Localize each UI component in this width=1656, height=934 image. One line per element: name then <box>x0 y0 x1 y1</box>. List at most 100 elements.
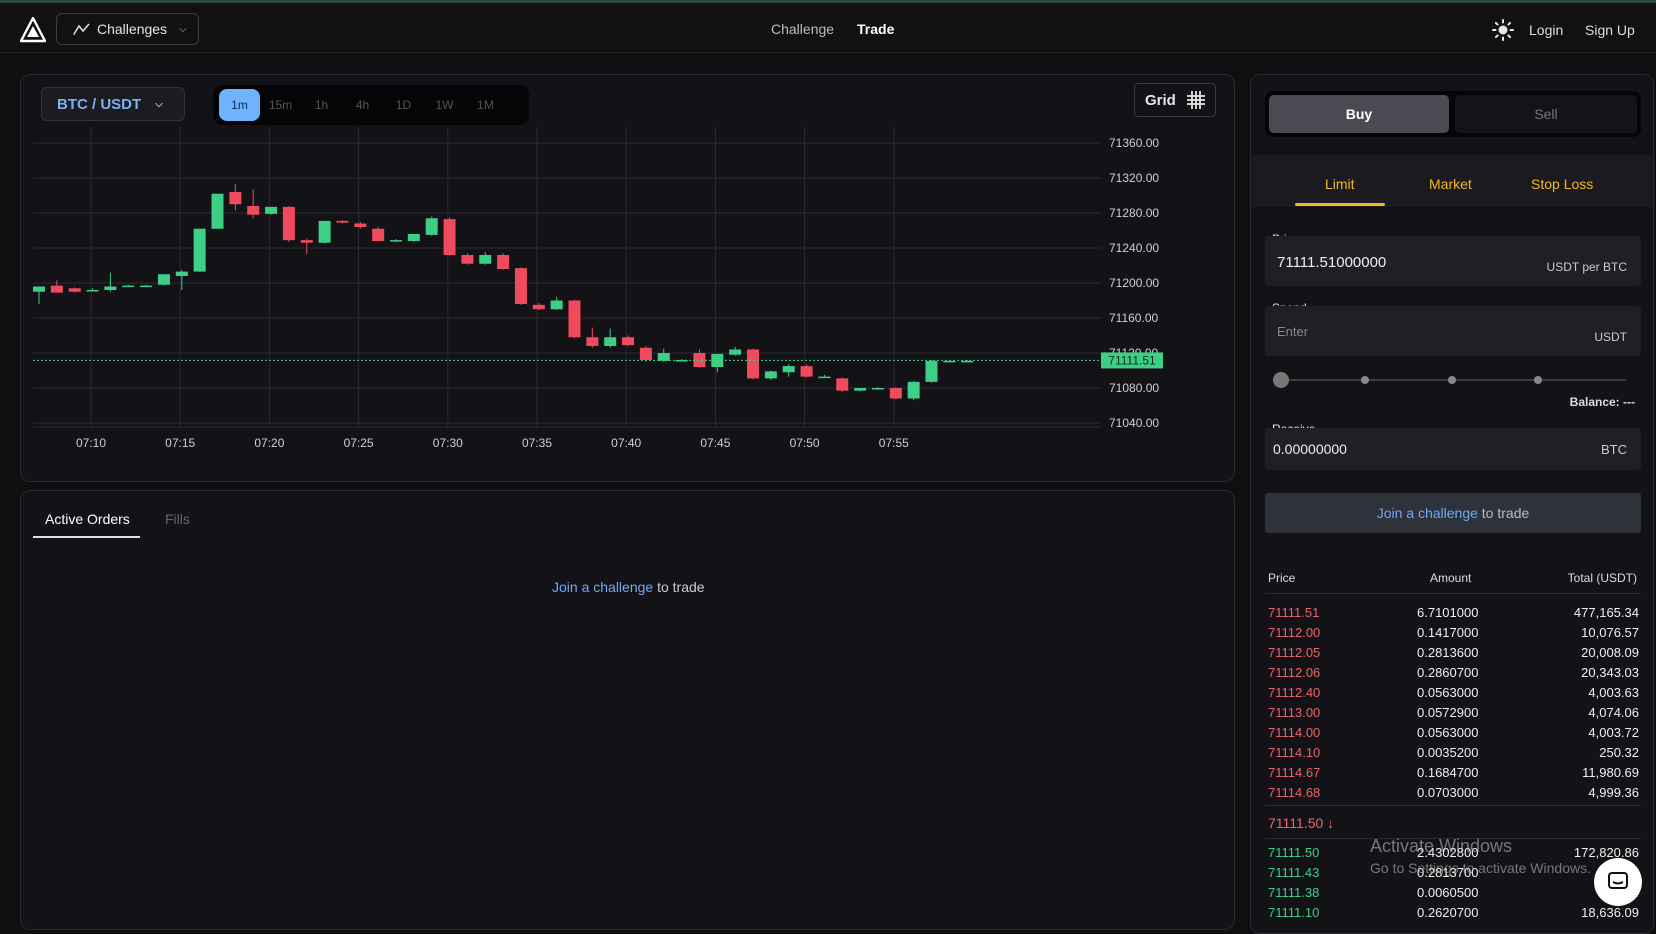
orderbook-total: 4,003.72 <box>1588 725 1639 740</box>
nav-trade[interactable]: Trade <box>857 21 894 37</box>
tab-limit[interactable]: Limit <box>1325 176 1355 192</box>
candlestick-chart[interactable]: 71360.00 71320.00 71280.00 71240.00 71200.00… <box>21 127 1234 481</box>
candle-body <box>425 218 438 235</box>
balance-text: Balance: --- <box>1569 395 1635 409</box>
theme-toggle-sun-icon[interactable] <box>1492 19 1514 41</box>
candle-body <box>175 271 188 276</box>
join-challenge-link[interactable]: Join a challenge <box>1377 505 1478 521</box>
tab-market[interactable]: Market <box>1429 176 1472 192</box>
chart-line-icon <box>73 23 90 35</box>
tab-stop-loss[interactable]: Stop Loss <box>1531 176 1593 192</box>
candle-body <box>622 337 635 346</box>
orderbook-row[interactable]: 71114.68 0.0703000 4,999.36 <box>1251 785 1653 805</box>
orderbook-total: 4,003.63 <box>1588 685 1639 700</box>
candle-body <box>604 337 617 346</box>
y-tick-label: 71240.00 <box>1109 241 1159 255</box>
orderbook-row[interactable]: 71114.10 0.0035200 250.32 <box>1251 745 1653 765</box>
challenges-dropdown[interactable]: Challenges ⌵ <box>56 13 199 45</box>
candle-body <box>568 300 581 338</box>
buy-sell-toggle: Buy Sell <box>1265 91 1641 137</box>
tab-active-orders[interactable]: Active Orders <box>45 511 130 527</box>
candle-body <box>282 206 295 241</box>
timeframe-1h[interactable]: 1h <box>301 89 342 121</box>
x-tick-label: 07:35 <box>522 436 552 450</box>
orderbook-row[interactable]: 71112.05 0.2813600 20,008.09 <box>1251 645 1653 665</box>
windows-activation-subtitle: Go to Settings to activate Windows. <box>1370 860 1591 876</box>
candle-body <box>157 274 170 285</box>
orderbook-total: 477,165.34 <box>1573 605 1639 620</box>
slider-mark-75[interactable] <box>1534 376 1542 384</box>
orderbook-row[interactable]: 71114.00 0.0563000 4,003.72 <box>1251 725 1653 745</box>
chevron-down-icon: ⌵ <box>155 98 163 110</box>
orderbook-price: 71111.43 <box>1268 865 1320 880</box>
join-challenge-link[interactable]: Join a challenge <box>552 579 653 595</box>
candle-body <box>836 378 849 391</box>
orderbook-row[interactable]: 71112.00 0.1417000 10,076.57 <box>1251 625 1653 645</box>
price-field[interactable]: 71111.51000000 USDT per BTC <box>1265 236 1641 286</box>
spend-input[interactable]: Enter USDT <box>1265 306 1641 356</box>
orderbook-amount: 0.1417000 <box>1417 625 1479 640</box>
orderbook-row[interactable]: 71112.06 0.2860700 20,343.03 <box>1251 665 1653 685</box>
timeframe-1mo[interactable]: 1M <box>465 89 506 121</box>
slider-mark-50[interactable] <box>1448 376 1456 384</box>
timeframe-4h[interactable]: 4h <box>342 89 383 121</box>
timeframe-selector: 1m 15m 1h 4h 1D 1W 1M <box>213 85 529 125</box>
timeframe-1d[interactable]: 1D <box>383 89 424 121</box>
sell-button[interactable]: Sell <box>1455 95 1637 133</box>
candle-body <box>443 219 456 255</box>
amount-slider-handle[interactable] <box>1273 372 1289 388</box>
orderbook-price: 71112.40 <box>1268 685 1321 700</box>
slider-mark-25[interactable] <box>1361 376 1369 384</box>
receive-field[interactable]: 0.00000000 BTC <box>1265 428 1641 470</box>
tab-fills[interactable]: Fills <box>165 511 190 527</box>
chat-icon <box>1608 872 1628 889</box>
nav-challenge[interactable]: Challenge <box>771 21 834 37</box>
pair-label: BTC / USDT <box>57 95 142 113</box>
buy-button[interactable]: Buy <box>1269 95 1449 133</box>
order-type-tabs: Limit Market Stop Loss <box>1251 155 1653 207</box>
pair-selector[interactable]: BTC / USDT ⌵ <box>41 87 185 121</box>
price-unit: USDT per BTC <box>1546 260 1627 274</box>
orderbook-row[interactable]: 71111.51 6.7101000 477,165.34 <box>1251 605 1653 625</box>
candle-body <box>943 360 956 363</box>
timeframe-1w[interactable]: 1W <box>424 89 465 121</box>
orderbook-amount: 0.0703000 <box>1417 785 1479 800</box>
orderbook-row[interactable]: 71112.40 0.0563000 4,003.63 <box>1251 685 1653 705</box>
login-button[interactable]: Login <box>1529 22 1563 38</box>
orderbook-row[interactable]: 71111.10 0.2620700 18,636.09 <box>1251 905 1653 925</box>
candle-body <box>925 360 938 382</box>
orderbook-divider <box>1265 593 1641 594</box>
orders-panel: Active Orders Fills Join a challenge to … <box>20 490 1235 930</box>
logo-icon[interactable] <box>20 17 46 43</box>
orderbook-row[interactable]: 71113.00 0.0572900 4,074.06 <box>1251 705 1653 725</box>
current-price-label: 71111.51 <box>1108 353 1156 367</box>
orderbook-header-amount: Amount <box>1430 571 1472 585</box>
receive-value: 0.00000000 <box>1273 441 1347 457</box>
chat-support-button[interactable] <box>1594 858 1642 906</box>
timeframe-1m[interactable]: 1m <box>219 89 260 121</box>
candle-body <box>407 234 420 241</box>
orderbook-total: 10,076.57 <box>1581 625 1639 640</box>
grid-toggle-button[interactable]: Grid <box>1134 83 1216 117</box>
orderbook-row[interactable]: 71114.67 0.1684700 11,980.69 <box>1251 765 1653 785</box>
candle-body <box>889 388 902 399</box>
orderbook-amount: 0.2860700 <box>1417 665 1479 680</box>
x-tick-label: 07:55 <box>879 436 909 450</box>
candle-body <box>693 353 706 367</box>
top-navigation-bar: Challenges ⌵ Challenge Trade Login Sign … <box>0 3 1656 53</box>
candle-body <box>514 268 527 304</box>
orderbook-total: 20,343.03 <box>1581 665 1639 680</box>
candle-body <box>318 220 331 243</box>
y-tick-label: 71360.00 <box>1109 136 1159 150</box>
orderbook-price: 71111.51 <box>1268 605 1320 620</box>
order-type-indicator <box>1295 203 1385 206</box>
candle-body <box>68 288 81 292</box>
orderbook-price: 71114.67 <box>1268 765 1321 780</box>
amount-slider-track[interactable] <box>1286 379 1626 381</box>
orderbook-row[interactable]: 71111.380.00605004 <box>1251 885 1653 905</box>
candle-body <box>247 206 260 215</box>
candle-body <box>265 206 278 214</box>
timeframe-15m[interactable]: 15m <box>260 89 301 121</box>
orderbook-price: 71111.38 <box>1268 885 1320 900</box>
signup-button[interactable]: Sign Up <box>1585 22 1635 38</box>
